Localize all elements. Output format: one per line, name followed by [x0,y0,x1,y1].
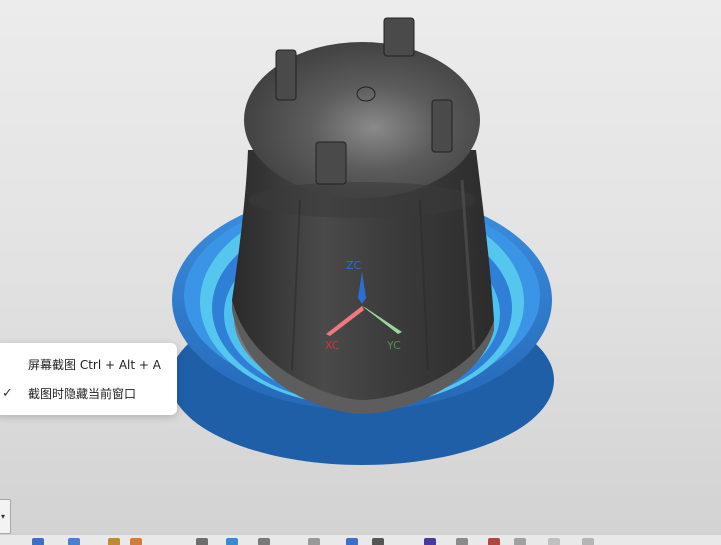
dropdown-button[interactable]: ▾ [0,499,11,534]
bottom-toolbar [0,534,721,545]
menu-item-label: 截图时隐藏当前窗口 [28,387,137,401]
yc-axis-label: YC [387,339,401,352]
menu-item-hide-window[interactable]: ✓ 截图时隐藏当前窗口 [0,380,177,408]
chevron-down-icon: ▾ [1,512,6,521]
zc-axis-label: ZC [346,259,362,272]
pot-body [232,17,494,414]
model-render[interactable] [0,0,721,515]
menu-item-label: 屏幕截图 Ctrl + Alt + A [28,358,161,372]
menu-item-screenshot[interactable]: 屏幕截图 Ctrl + Alt + A [0,351,177,379]
context-menu: 屏幕截图 Ctrl + Alt + A ✓ 截图时隐藏当前窗口 [0,343,177,415]
checkmark-icon: ✓ [2,386,13,401]
graphics-viewport[interactable]: ZC XC YC [0,0,721,515]
xc-axis-label: XC [325,339,340,352]
